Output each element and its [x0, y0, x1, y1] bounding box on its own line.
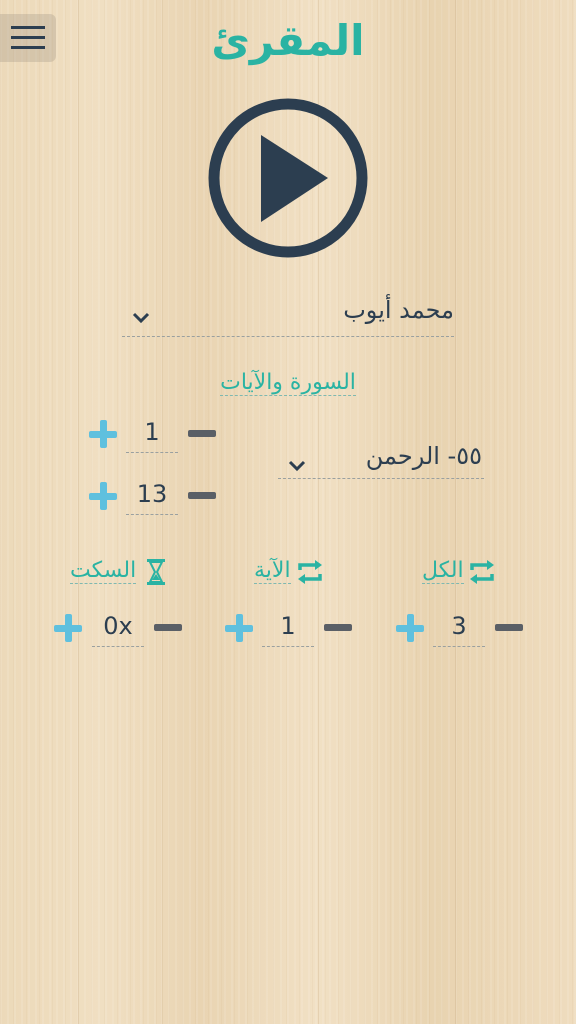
pause-decrement-button[interactable]	[151, 614, 187, 642]
ayah-to-decrement-button[interactable]	[185, 482, 221, 510]
ayah-repeat-value[interactable]: 1	[262, 612, 314, 647]
all-repeat-decrement-button[interactable]	[492, 614, 528, 642]
chevron-down-icon	[288, 460, 306, 472]
wood-plank-seam	[455, 0, 456, 1024]
reciter-selected-value: محمد أيوب	[343, 296, 454, 324]
play-circle-icon	[208, 98, 368, 258]
reciter-dropdown[interactable]: محمد أيوب	[122, 292, 454, 337]
minus-icon	[495, 624, 523, 631]
all-repeat-increment-button[interactable]	[396, 614, 424, 642]
hourglass-icon	[147, 559, 165, 585]
ayah-repeat-label: الآية	[254, 558, 291, 584]
surah-dropdown[interactable]: ٥٥- الرحمن	[278, 440, 484, 479]
minus-icon	[188, 430, 216, 437]
chevron-down-icon	[132, 312, 150, 324]
ayah-repeat-increment-button[interactable]	[225, 614, 253, 642]
wood-plank-seam	[78, 0, 79, 1024]
ayah-to-increment-button[interactable]	[89, 482, 117, 510]
minus-icon	[154, 624, 182, 631]
minus-icon	[324, 624, 352, 631]
ayah-to-value[interactable]: 13	[126, 480, 178, 515]
ayah-from-increment-button[interactable]	[89, 420, 117, 448]
pause-increment-button[interactable]	[54, 614, 82, 642]
ayah-from-value[interactable]: 1	[126, 418, 178, 453]
surah-selected-value: ٥٥- الرحمن	[365, 442, 482, 470]
all-repeat-label: الكل	[422, 558, 464, 584]
ayah-from-decrement-button[interactable]	[185, 420, 221, 448]
repeat-icon	[470, 560, 494, 584]
surah-section-label: السورة والآيات	[220, 370, 356, 396]
play-button[interactable]	[207, 97, 369, 259]
minus-icon	[188, 492, 216, 499]
all-repeat-value[interactable]: 3	[433, 612, 485, 647]
pause-label: السكت	[70, 558, 137, 584]
ayah-repeat-decrement-button[interactable]	[321, 614, 357, 642]
pause-value[interactable]: 0x	[92, 612, 144, 647]
app-title: المقرئ	[211, 16, 365, 65]
repeat-icon	[298, 560, 322, 584]
